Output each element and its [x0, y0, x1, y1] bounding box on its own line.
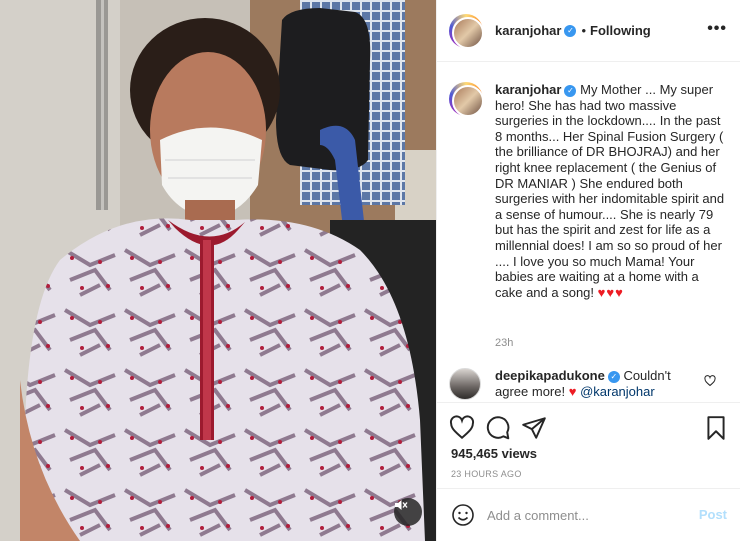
post-sidebar: karanjohar ✓ • Following ••• karanjohar ✓… [436, 0, 740, 541]
caption-timestamp[interactable]: 23h [495, 337, 513, 349]
author-avatar[interactable] [449, 13, 484, 49]
caption-username[interactable]: karanjohar [495, 82, 561, 97]
video-frame-illustration [0, 0, 436, 541]
comment-mention[interactable]: @karanjohar [580, 384, 655, 399]
heart-emoji: ♥ [568, 383, 577, 399]
mute-icon [395, 500, 408, 510]
comment-text-block: deepikapadukone ✓ Couldn't agree more! ♥ … [495, 368, 705, 400]
verified-badge-icon: ✓ [564, 24, 577, 37]
post-comment-button[interactable]: Post [699, 507, 727, 522]
more-options-icon[interactable]: ••• [707, 20, 727, 38]
caption-avatar[interactable] [449, 82, 484, 117]
post-timestamp[interactable]: 23 HOURS AGO [451, 469, 522, 479]
add-comment-bar: Post [437, 488, 740, 541]
heart-emojis: ♥♥♥ [597, 284, 624, 300]
share-icon[interactable] [521, 415, 547, 441]
comment-like-heart-icon[interactable] [704, 375, 716, 387]
comment-input[interactable] [487, 504, 687, 526]
comment-icon[interactable] [485, 415, 511, 441]
comment-item: deepikapadukone ✓ Couldn't agree more! ♥ … [449, 368, 739, 400]
verified-badge-icon: ✓ [607, 370, 620, 383]
mute-button[interactable] [394, 498, 422, 526]
commenter-username[interactable]: deepikapadukone [495, 368, 605, 383]
separator-dot: • [581, 23, 587, 38]
comments-section[interactable]: karanjohar ✓ My Mother ... My super hero!… [437, 62, 740, 402]
heart-icon[interactable] [449, 415, 475, 441]
verified-badge-icon: ✓ [564, 84, 577, 97]
commenter-avatar[interactable] [449, 368, 481, 400]
view-count[interactable]: 945,465 views [451, 446, 537, 461]
post-caption: karanjohar ✓ My Mother ... My super hero!… [449, 82, 739, 300]
caption-body: My Mother ... My super hero! She has had… [495, 82, 725, 300]
author-username[interactable]: karanjohar [495, 23, 561, 38]
caption-text-block: karanjohar ✓ My Mother ... My super hero!… [495, 82, 725, 300]
action-bar [437, 402, 740, 452]
following-button[interactable]: Following [590, 23, 651, 38]
emoji-icon[interactable] [451, 503, 475, 527]
post-header: karanjohar ✓ • Following ••• [437, 0, 740, 62]
post-video[interactable] [0, 0, 436, 541]
bookmark-icon[interactable] [703, 415, 729, 441]
